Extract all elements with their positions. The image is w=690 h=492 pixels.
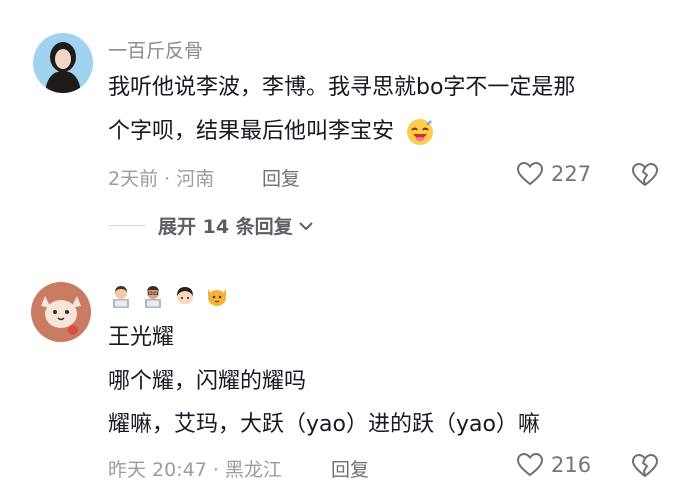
expand-replies-button[interactable]: 展开 14 条回复: [108, 212, 315, 239]
comment-time-location: 2天前 · 河南: [108, 168, 215, 190]
comment-time-location: 昨天 20:47 · 黑龙江: [108, 459, 282, 481]
heart-icon: [517, 453, 543, 477]
woman-laptop-emoji-icon: [113, 286, 129, 308]
dislike-button[interactable]: [632, 453, 659, 482]
comment-text-line: 哪个耀，闪耀的耀吗: [108, 369, 307, 394]
username[interactable]: 一百斤反骨: [108, 36, 203, 63]
broken-heart-icon: [632, 453, 659, 477]
reply-button[interactable]: 回复: [262, 164, 300, 191]
user-avatar-image: [33, 33, 93, 93]
comment-text-line-content: 个字呗，结果最后他叫李宝安: [108, 119, 395, 144]
like-count: 227: [551, 162, 592, 186]
comment-text-line: 耀嘛，艾玛，大跃（yao）进的跃（yao）嘛: [108, 412, 540, 437]
comment-text-line: 王光耀: [108, 325, 175, 350]
heart-icon: [517, 162, 543, 186]
dislike-button[interactable]: [632, 162, 659, 191]
girl-emoji-icon: [177, 287, 193, 309]
expand-replies-label: 展开 14 条回复: [158, 216, 293, 238]
man-laptop-emoji-icon: [145, 286, 161, 308]
like-button[interactable]: 216: [517, 453, 591, 477]
avatar[interactable]: [33, 33, 93, 93]
chevron-down-icon: [298, 221, 313, 230]
laughing-emoji-icon: [407, 119, 434, 145]
avatar[interactable]: [31, 282, 91, 342]
badge-row: [108, 283, 230, 309]
like-count: 216: [551, 453, 592, 477]
broken-heart-icon: [632, 162, 659, 186]
reply-button[interactable]: 回复: [331, 455, 369, 482]
comment-text-line: 个字呗，结果最后他叫李宝安: [108, 112, 435, 152]
divider-line: [108, 225, 146, 226]
like-button[interactable]: 227: [517, 162, 591, 186]
cat-emoji-icon: [208, 289, 226, 306]
comment-text-line: 我听他说李波，李博。我寻思就bo字不一定是那: [108, 75, 576, 100]
cat-avatar-image: [31, 282, 91, 342]
